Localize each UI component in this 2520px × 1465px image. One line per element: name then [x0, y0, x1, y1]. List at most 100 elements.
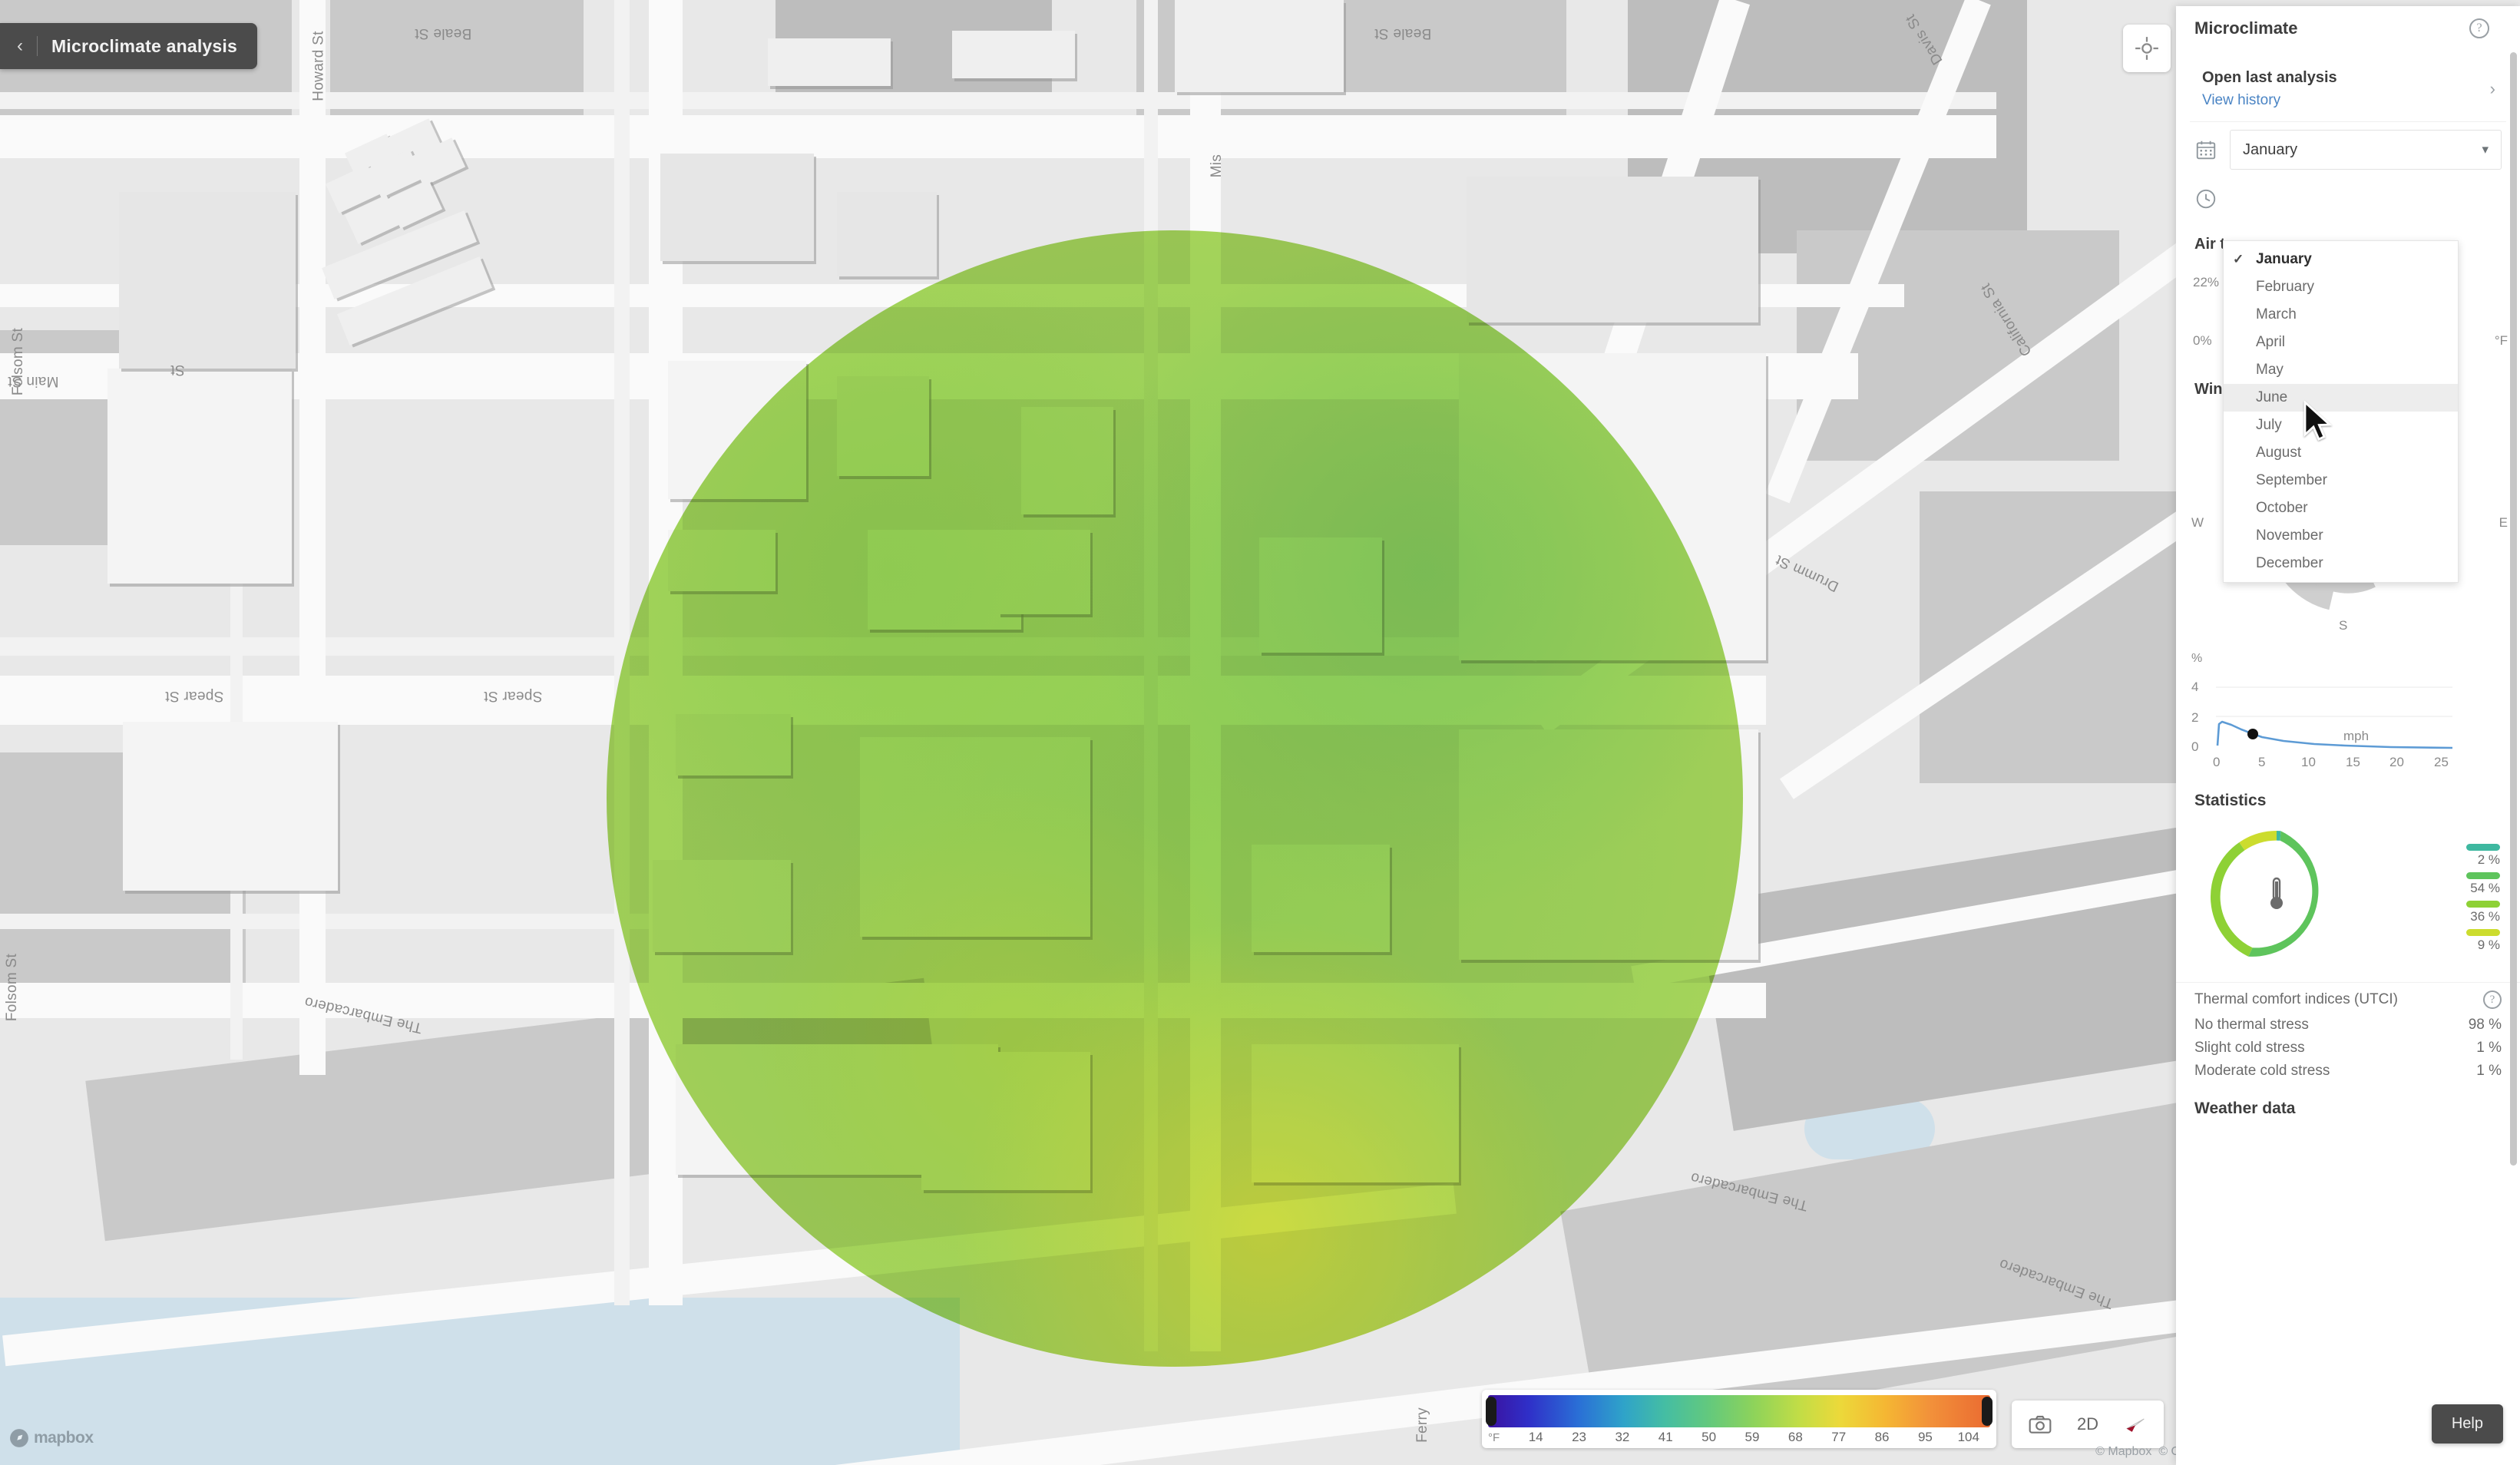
statistics-title: Statistics [2194, 792, 2267, 809]
help-button[interactable]: Help [2431, 1404, 2503, 1444]
page-title: Microclimate analysis [51, 35, 237, 56]
street-label: Main St [8, 373, 59, 389]
camera-icon [2029, 1415, 2052, 1434]
legend-swatch [2466, 844, 2500, 851]
street-label: Spear St [165, 688, 224, 704]
wind-speed-chart[interactable]: % 4 2 0 mph 0 5 10 15 20 25 [2176, 647, 2520, 778]
month-select-value: January [2243, 141, 2298, 158]
utci-row: Moderate cold stress 1 % [2176, 1060, 2520, 1083]
microclimate-panel[interactable]: Microclimate ? Open last analysis View h… [2176, 6, 2520, 1465]
month-option-december[interactable]: December [2224, 550, 2458, 577]
utci-header: Thermal comfort indices (UTCI) ? [2176, 982, 2520, 1014]
month-option-january[interactable]: ✓ January [2224, 246, 2458, 273]
air-temp-x-unit: °F [2494, 333, 2508, 348]
utci-value: 98 % [2468, 1017, 2502, 1033]
temperature-legend[interactable]: °F 14 23 32 41 50 59 68 77 86 95 104 [1482, 1390, 1996, 1448]
legend-tick: 104 [1957, 1430, 1979, 1444]
utci-value: 1 % [2476, 1063, 2502, 1079]
month-option-label: January [2256, 251, 2312, 267]
month-option-june[interactable]: June [2224, 384, 2458, 412]
thermometer-icon [2270, 877, 2283, 909]
legend-tick: 77 [1831, 1430, 1847, 1444]
statistics-legend: 2 % 54 % 36 % 9 % [2466, 841, 2500, 953]
utci-label: Slight cold stress [2194, 1040, 2305, 1056]
month-option-april[interactable]: April [2224, 329, 2458, 356]
legend-tick: 32 [1615, 1430, 1630, 1444]
chevron-down-icon[interactable]: ▾ [2482, 142, 2489, 157]
mapbox-logo[interactable]: mapbox [9, 1428, 94, 1448]
month-option-label: June [2256, 389, 2288, 405]
map-controls[interactable]: 2D [2012, 1401, 2164, 1448]
dimension-toggle-button[interactable]: 2D [2064, 1401, 2112, 1448]
month-option-august[interactable]: August [2224, 439, 2458, 467]
road [0, 914, 691, 929]
building [1467, 177, 1758, 322]
building [952, 31, 1075, 78]
panel-title: Microclimate [2194, 18, 2298, 38]
street-label: Beale St [1374, 25, 1432, 41]
chevron-right-icon[interactable]: › [2490, 79, 2495, 99]
utci-label: Moderate cold stress [2194, 1063, 2330, 1079]
air-temp-y-top: 22% [2193, 275, 2220, 289]
legend-swatch [2466, 901, 2500, 908]
divider [37, 36, 38, 56]
building [837, 192, 937, 276]
time-select[interactable] [2230, 179, 2502, 219]
map-canvas[interactable]: Beale St Beale St Howard St Mis Folsom S… [0, 0, 2520, 1465]
legend-value: 2 % [2477, 852, 2500, 867]
geolocate-button[interactable] [2123, 25, 2171, 72]
building [107, 369, 292, 584]
street-label: Drumm St [1773, 551, 1842, 595]
legend-swatch [2466, 929, 2500, 936]
month-option-october[interactable]: October [2224, 494, 2458, 522]
street-label: St [170, 362, 185, 378]
question-circle-icon[interactable]: ? [2483, 990, 2502, 1009]
weather-data-title: Weather data [2194, 1100, 2296, 1117]
month-dropdown-menu[interactable]: ✓ January February March April May June … [2223, 240, 2459, 583]
month-select[interactable]: January ▾ [2230, 130, 2502, 170]
compass-icon [2126, 1418, 2145, 1432]
screenshot-button[interactable] [2016, 1401, 2064, 1448]
legend-tick: 59 [1744, 1430, 1760, 1444]
mouse-cursor [2303, 401, 2333, 441]
month-option-label: December [2256, 555, 2323, 571]
last-analysis-title: Open last analysis [2202, 69, 2337, 86]
panel-scrollbar[interactable] [2510, 52, 2517, 1166]
month-option-march[interactable]: March [2224, 301, 2458, 329]
month-option-may[interactable]: May [2224, 356, 2458, 384]
time-field-row[interactable] [2176, 176, 2520, 225]
street-label: Beale St [415, 25, 472, 41]
view-history-link[interactable]: View history [2202, 92, 2337, 109]
utci-label: No thermal stress [2194, 1017, 2309, 1033]
month-option-november[interactable]: November [2224, 522, 2458, 550]
question-circle-icon[interactable]: ? [2469, 18, 2489, 38]
compass-button[interactable] [2112, 1401, 2159, 1448]
attribution-item[interactable]: © Mapbox [2095, 1445, 2151, 1459]
temperature-legend-ticks: °F 14 23 32 41 50 59 68 77 86 95 104 [1488, 1427, 1990, 1445]
statistics-legend-item: 9 % [2466, 929, 2500, 953]
month-field-row[interactable]: January ▾ [2176, 122, 2520, 176]
statistics-legend-item: 36 % [2466, 901, 2500, 924]
statistics-body: 2 % 54 % 36 % 9 % [2176, 813, 2520, 982]
utci-row: No thermal stress 98 % [2176, 1014, 2520, 1037]
legend-tick: 41 [1658, 1430, 1673, 1444]
microclimate-app: Beale St Beale St Howard St Mis Folsom S… [0, 0, 2520, 1465]
air-temp-y-bottom: 0% [2193, 333, 2212, 348]
utci-row: Slight cold stress 1 % [2176, 1037, 2520, 1060]
road [299, 0, 326, 1075]
legend-unit: °F [1488, 1430, 1500, 1444]
mapbox-mark-icon [10, 1429, 28, 1447]
clock-icon [2194, 187, 2217, 210]
chevron-left-icon[interactable]: ‹ [17, 37, 23, 55]
month-option-label: October [2256, 500, 2308, 516]
month-option-july[interactable]: July [2224, 412, 2458, 439]
calendar-icon [2194, 138, 2217, 161]
month-option-february[interactable]: February [2224, 273, 2458, 301]
microclimate-analysis-breadcrumb[interactable]: ‹ Microclimate analysis [0, 23, 257, 69]
month-option-september[interactable]: September [2224, 467, 2458, 494]
month-option-label: November [2256, 527, 2323, 544]
legend-value: 9 % [2477, 938, 2500, 952]
open-last-analysis-card[interactable]: Open last analysis View history › [2190, 57, 2506, 122]
statistics-donut-chart[interactable] [2196, 816, 2357, 977]
legend-swatch [2466, 872, 2500, 879]
